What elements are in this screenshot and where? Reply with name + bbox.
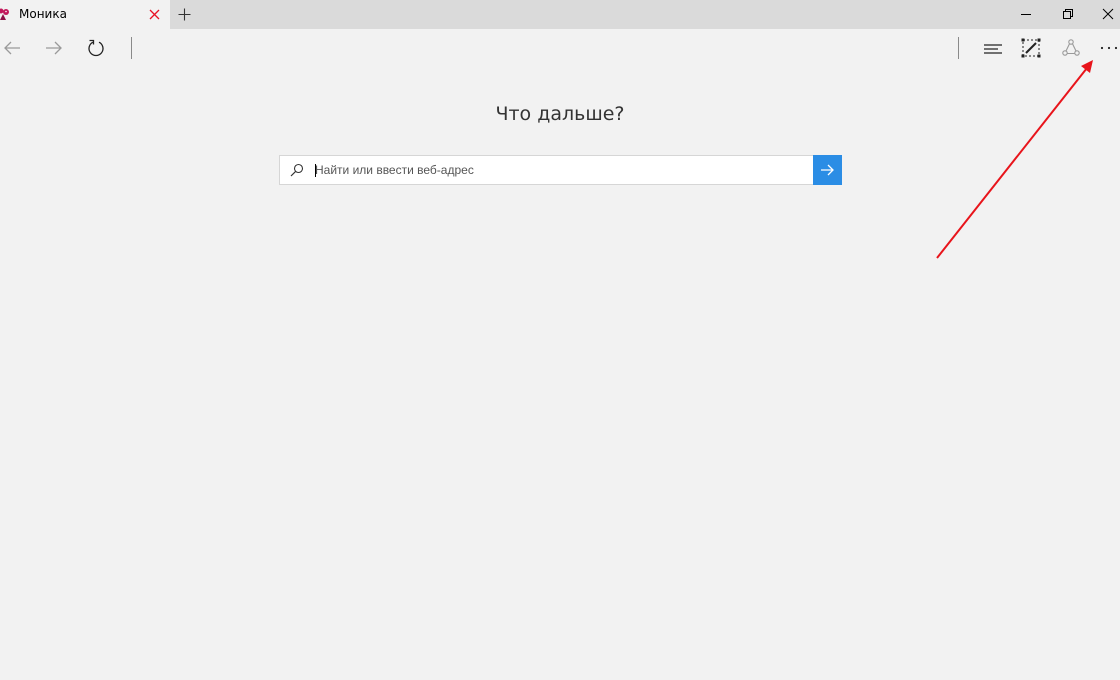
browser-window: Моника Что дальше? Найти или ввести веб-…: [0, 0, 1120, 680]
tab-active[interactable]: Моника: [0, 0, 170, 29]
search-input[interactable]: [315, 156, 805, 184]
back-arrow-icon[interactable]: [2, 38, 22, 58]
title-bar: Моника: [0, 0, 1120, 29]
page-heading: Что дальше?: [495, 103, 625, 125]
refresh-icon[interactable]: [86, 38, 106, 58]
hub-icon[interactable]: [983, 38, 1003, 58]
minimize-icon[interactable]: [1020, 8, 1032, 20]
close-icon[interactable]: [148, 8, 161, 21]
annotation-arrow: [936, 60, 1093, 259]
navigation-bar: [0, 29, 1120, 67]
restore-icon[interactable]: [1062, 8, 1074, 20]
plus-icon[interactable]: [178, 8, 191, 21]
close-icon[interactable]: [1102, 8, 1114, 20]
toolbar-separator: [958, 37, 959, 59]
monica-favicon-icon: [0, 8, 9, 20]
search-box[interactable]: [279, 155, 814, 185]
go-button[interactable]: [813, 155, 842, 185]
more-icon[interactable]: [1099, 38, 1119, 58]
share-icon[interactable]: [1061, 38, 1081, 58]
forward-arrow-icon[interactable]: [44, 38, 64, 58]
text-caret: [315, 164, 316, 177]
toolbar-separator: [131, 37, 132, 59]
arrow-right-icon: [821, 164, 834, 176]
tab-title: Моника: [19, 7, 67, 21]
web-note-icon[interactable]: [1021, 38, 1041, 58]
search-icon: [290, 163, 304, 177]
